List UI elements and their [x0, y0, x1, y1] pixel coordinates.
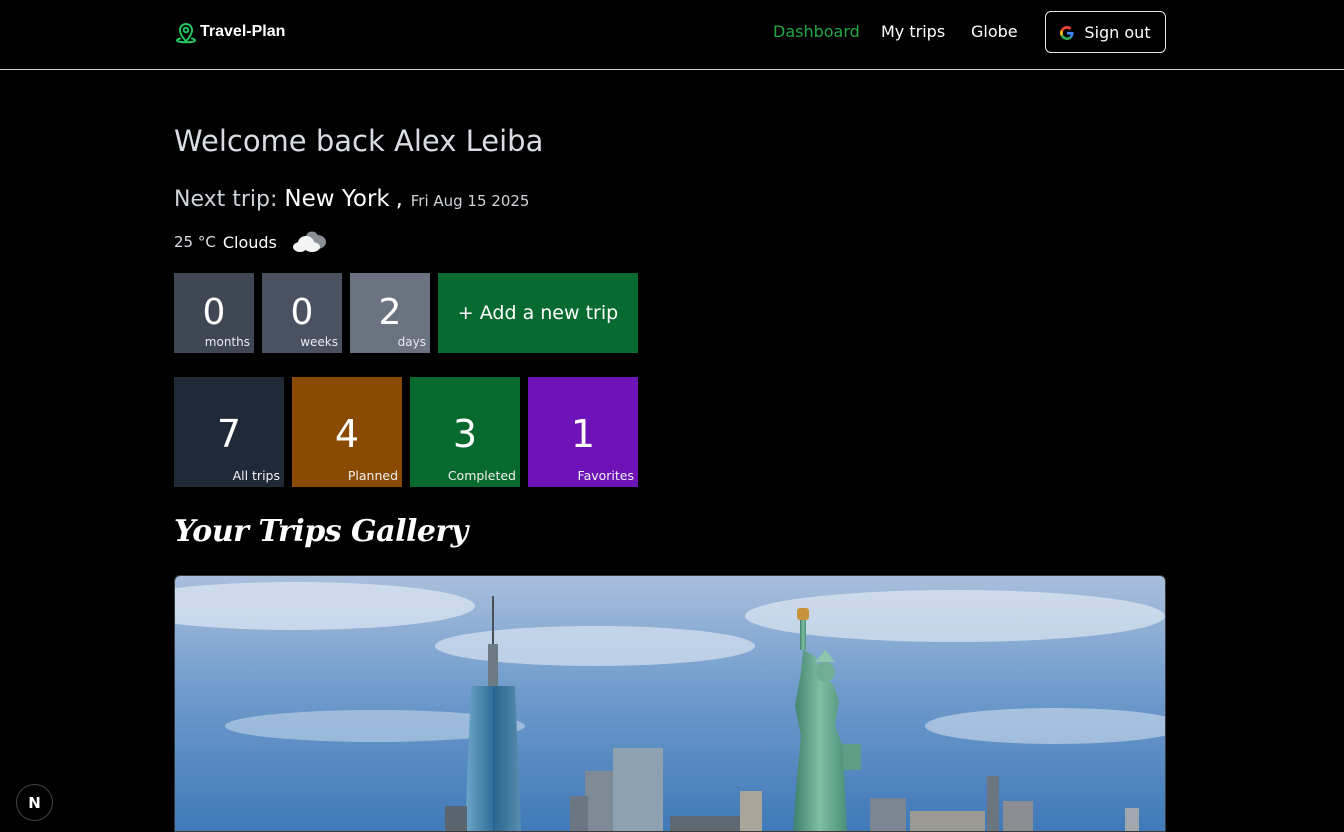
stat-favorites[interactable]: 1 Favorites	[528, 377, 638, 487]
countdown-days-label: days	[397, 335, 426, 349]
stat-all-trips[interactable]: 7 All trips	[174, 377, 284, 487]
weather-summary: 25 °C Clouds	[174, 228, 329, 256]
nextjs-dev-badge[interactable]: N	[16, 784, 53, 821]
countdown-weeks-label: weeks	[300, 335, 338, 349]
stat-completed-value: 3	[452, 412, 478, 456]
countdown-months-value: 0	[202, 292, 226, 333]
stat-all-trips-value: 7	[216, 412, 242, 456]
sign-out-button[interactable]: Sign out	[1045, 11, 1166, 53]
stat-favorites-value: 1	[570, 412, 596, 456]
nav-link-my-trips[interactable]: My trips	[881, 22, 945, 41]
stat-favorites-label: Favorites	[577, 468, 634, 483]
cloud-icon	[291, 228, 329, 256]
next-trip-line: Next trip: New York , Fri Aug 15 2025	[174, 186, 529, 212]
stat-planned-value: 4	[334, 412, 360, 456]
next-trip-comma: ,	[395, 187, 403, 212]
nav-link-dashboard[interactable]: Dashboard	[773, 22, 860, 41]
countdown-weeks-value: 0	[290, 292, 314, 333]
next-trip-label: Next trip:	[174, 187, 278, 212]
stat-all-trips-label: All trips	[232, 468, 280, 483]
navbar: Travel-Plan Dashboard My trips Globe Sig…	[0, 0, 1344, 70]
countdown-months-label: months	[204, 335, 250, 349]
sign-out-label: Sign out	[1084, 22, 1151, 42]
next-trip-city: New York	[284, 186, 390, 212]
trip-gallery-image[interactable]	[174, 575, 1166, 832]
countdown-days-value: 2	[378, 292, 402, 333]
stat-planned[interactable]: 4 Planned	[292, 377, 402, 487]
countdown-days-tile: 2 days	[350, 273, 430, 353]
google-icon	[1060, 25, 1074, 40]
add-new-trip-button[interactable]: + Add a new trip	[438, 273, 638, 353]
nav-link-globe[interactable]: Globe	[971, 22, 1018, 41]
gallery-heading: Your Trips Gallery	[174, 514, 468, 549]
countdown-months-tile: 0 months	[174, 273, 254, 353]
stat-planned-label: Planned	[347, 468, 398, 483]
stat-completed[interactable]: 3 Completed	[410, 377, 520, 487]
weather-temperature: 25 °C	[174, 233, 216, 251]
next-trip-date: Fri Aug 15 2025	[410, 192, 530, 210]
countdown-weeks-tile: 0 weeks	[262, 273, 342, 353]
welcome-heading: Welcome back Alex Leiba	[174, 124, 544, 158]
weather-condition: Clouds	[222, 232, 277, 252]
stat-completed-label: Completed	[447, 468, 516, 483]
